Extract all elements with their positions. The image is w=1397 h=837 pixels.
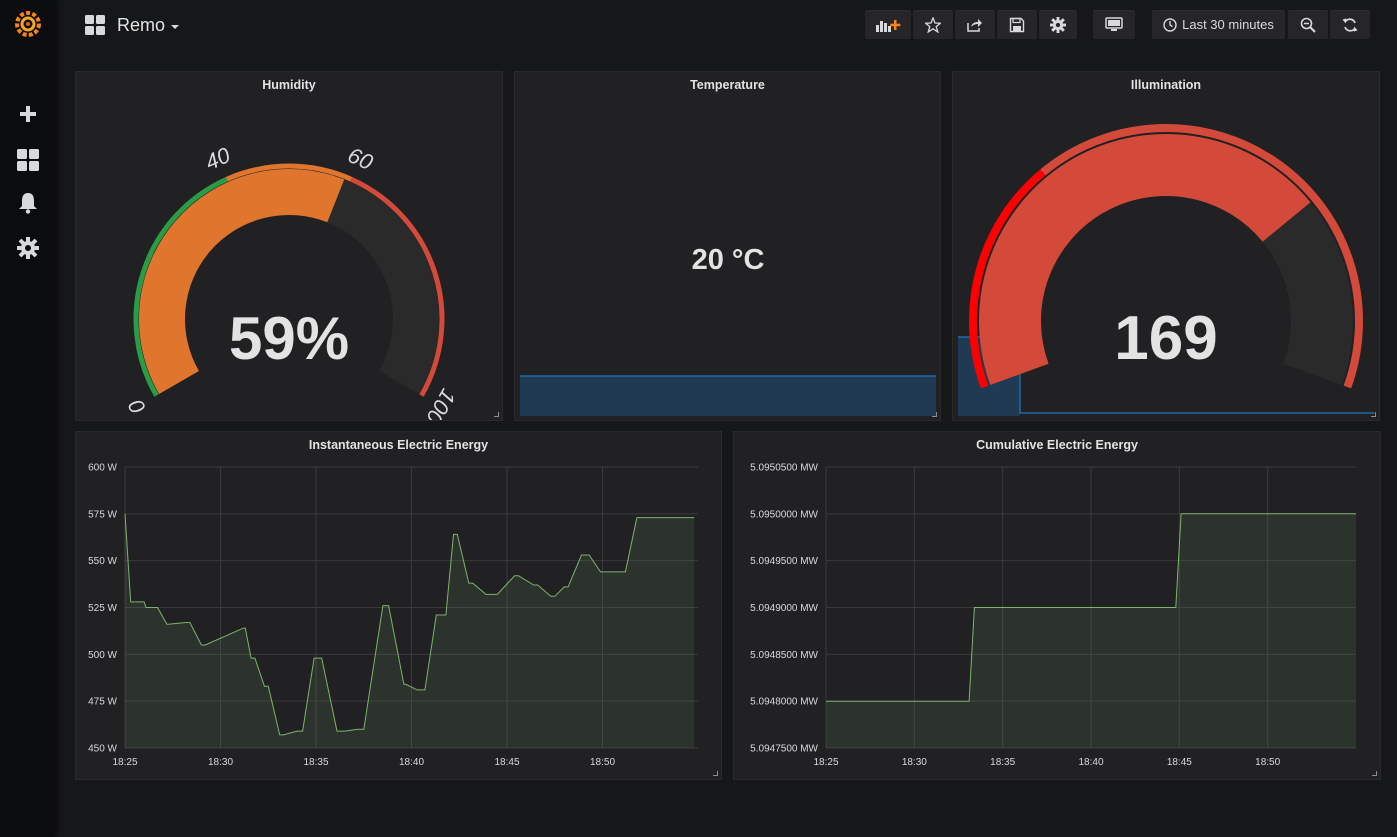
instant-energy-panel[interactable]: Instantaneous Electric Energy 450 W 475 W… (75, 431, 722, 780)
x-tick-label: 18:35 (990, 757, 1015, 768)
gauge-value-text: 169 (1114, 304, 1217, 373)
zoom-out-icon (1300, 17, 1316, 33)
y-tick-label: 550 W (88, 556, 117, 567)
share-icon (967, 18, 982, 32)
x-tick-label: 18:30 (208, 757, 233, 768)
dashboards-icon (85, 15, 105, 35)
y-tick-label: 600 W (88, 463, 117, 474)
gauge-value-text: 59% (229, 305, 349, 372)
cumulative-energy-graph: 5.0947500 MW 5.0948000 MW 5.0948500 MW 5.09… (750, 463, 1356, 768)
dashboard-navbar: Remo Last 30 minutes (55, 0, 1397, 50)
humidity-panel[interactable]: Humidity 0 40 60 100 59% (75, 71, 503, 421)
dashboard-title: Remo (117, 14, 166, 35)
y-tick-label: 525 W (88, 603, 117, 614)
threshold-label: 0 (123, 395, 151, 419)
time-range-picker[interactable]: Last 30 minutes (1152, 10, 1285, 39)
x-tick-label: 18:40 (1078, 757, 1103, 768)
settings-button[interactable] (1039, 10, 1077, 39)
sparkline-fill (520, 376, 936, 416)
y-tick-label: 5.0950500 MW (750, 463, 818, 474)
x-tick-label: 18:35 (303, 757, 328, 768)
share-button[interactable] (955, 10, 995, 39)
x-tick-label: 18:45 (494, 757, 519, 768)
y-tick-label: 500 W (88, 650, 117, 661)
x-tick-label: 18:40 (399, 757, 424, 768)
monitor-icon (1105, 16, 1123, 31)
y-tick-label: 575 W (88, 509, 117, 520)
refresh-button[interactable] (1330, 10, 1370, 39)
illumination-panel[interactable]: Illumination 169 (952, 71, 1380, 421)
y-tick-label: 5.0948500 MW (750, 650, 818, 661)
instant-energy-graph: 450 W 475 W 500 W 525 W 550 W 575 W 600 W 18:25… (88, 463, 698, 768)
cumulative-energy-panel[interactable]: Cumulative Electric Energy 5.0947500 MW 5… (733, 431, 1381, 780)
x-tick-label: 18:30 (902, 757, 927, 768)
panel-resize-handle[interactable] (932, 412, 937, 417)
sidebar (0, 0, 55, 837)
series-area (125, 513, 695, 748)
dashboards-icon[interactable] (0, 145, 55, 175)
x-tick-label: 18:50 (590, 757, 615, 768)
y-tick-label: 450 W (88, 744, 117, 755)
star-button[interactable] (913, 10, 953, 39)
singlestat-value: 20 °C (692, 244, 765, 276)
refresh-icon (1342, 17, 1358, 32)
zoom-out-button[interactable] (1288, 10, 1328, 39)
caret-down-icon (171, 24, 180, 29)
threshold-label: 60 (344, 142, 377, 175)
humidity-gauge: 0 40 60 100 59% (123, 142, 461, 420)
save-icon (1009, 17, 1025, 32)
threshold-label: 40 (201, 142, 234, 175)
bell-icon[interactable] (0, 188, 55, 218)
illumination-gauge: 169 (958, 124, 1374, 416)
y-tick-label: 5.0948000 MW (750, 697, 818, 708)
panel-resize-handle[interactable] (1372, 771, 1377, 776)
panel-resize-handle[interactable] (713, 771, 718, 776)
y-tick-label: 5.0947500 MW (750, 744, 818, 755)
x-tick-label: 18:45 (1167, 757, 1192, 768)
save-button[interactable] (997, 10, 1037, 39)
star-icon (925, 16, 941, 33)
plus-icon[interactable] (0, 99, 55, 129)
time-range-label: Last 30 minutes (1182, 17, 1274, 32)
gear-icon[interactable] (0, 233, 55, 263)
clock-icon (1163, 17, 1177, 32)
x-tick-label: 18:50 (1255, 757, 1280, 768)
gear-icon (1050, 16, 1066, 33)
panel-resize-handle[interactable] (1371, 412, 1376, 417)
temperature-singlestat: 20 °C (520, 244, 936, 416)
panel-resize-handle[interactable] (494, 412, 499, 417)
add-panel-icon (876, 19, 901, 32)
dashboard-picker[interactable]: Remo (85, 12, 180, 38)
y-tick-label: 5.0949000 MW (750, 603, 818, 614)
x-tick-label: 18:25 (813, 757, 838, 768)
temperature-panel[interactable]: Temperature 20 °C (514, 71, 941, 421)
add-panel-button[interactable] (865, 10, 911, 39)
grafana-logo-icon[interactable] (0, 8, 55, 40)
x-tick-label: 18:25 (112, 757, 137, 768)
y-tick-label: 5.0950000 MW (750, 509, 818, 520)
y-tick-label: 5.0949500 MW (750, 556, 818, 567)
y-tick-label: 475 W (88, 697, 117, 708)
view-mode-button[interactable] (1093, 10, 1135, 39)
